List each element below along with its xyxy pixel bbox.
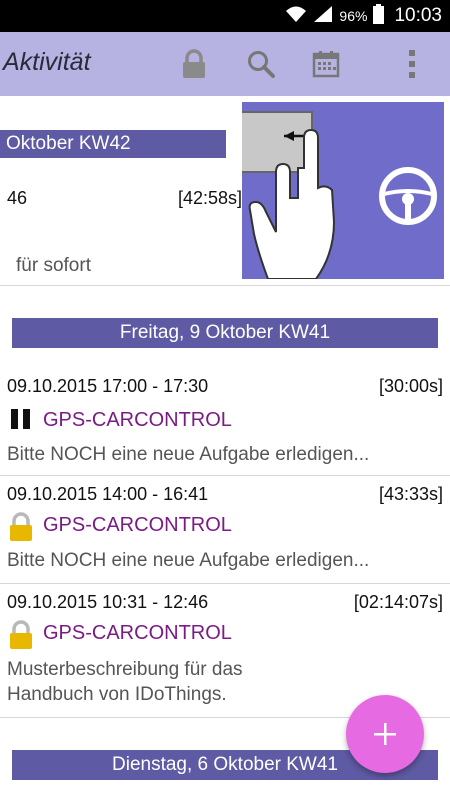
swipe-tutorial-overlay[interactable] [225, 102, 444, 280]
divider [0, 285, 450, 286]
entry-company: GPS-CARCONTROL [43, 409, 232, 431]
status-indicators: 96% 10:03 [285, 0, 442, 32]
section-header-partial: Oktober KW42 [0, 130, 226, 158]
list-item[interactable]: 09.10.2015 17:00 - 17:30 [30:00s] GPS-CA… [0, 365, 450, 475]
entry-duration: [30:00s] [378, 376, 443, 396]
steering-wheel-icon [379, 167, 437, 225]
clock: 10:03 [394, 5, 442, 26]
entry-duration: [43:33s] [378, 484, 443, 504]
lock-icon [8, 512, 34, 541]
signal-icon [313, 5, 333, 28]
entry-description: Bitte NOCH eine neue Aufgabe erledigen..… [7, 444, 370, 465]
add-button[interactable] [346, 695, 424, 773]
lock-icon [8, 620, 34, 649]
partial-header-label: Oktober KW42 [6, 133, 131, 154]
status-bar: 96% 10:03 [0, 0, 450, 32]
search-icon[interactable] [243, 46, 279, 82]
entry-description: Bitte NOCH eine neue Aufgabe erledigen..… [7, 550, 370, 571]
entry-duration: [42:58s] [177, 188, 242, 208]
list-item[interactable]: 09.10.2015 14:00 - 16:41 [43:33s] GPS-CA… [0, 476, 450, 583]
lock-icon[interactable] [176, 46, 212, 82]
page-title: Aktivität [3, 48, 91, 76]
entry-company: GPS-CARCONTROL [43, 514, 232, 536]
battery-icon [373, 3, 385, 29]
entry-time: 09.10.2015 14:00 - 16:41 [7, 484, 209, 504]
app-bar: Aktivität [0, 32, 450, 96]
wifi-icon [285, 5, 307, 28]
calendar-icon[interactable] [308, 46, 344, 82]
plus-icon [374, 723, 396, 745]
entry-time: 09.10.2015 17:00 - 17:30 [7, 376, 209, 396]
battery-percent: 96% [339, 8, 368, 24]
pause-icon [8, 406, 34, 434]
entry-description-line: Musterbeschreibung für das [7, 659, 243, 680]
entry-description: für sofort [16, 255, 91, 276]
entry-time: 46 [7, 188, 28, 208]
section-header: Freitag, 9 Oktober KW41 [12, 318, 438, 348]
entry-company: GPS-CARCONTROL [43, 622, 232, 644]
entry-duration: [02:14:07s] [353, 592, 443, 612]
entry-time: 09.10.2015 10:31 - 12:46 [7, 592, 209, 612]
overflow-menu-icon[interactable] [394, 46, 430, 82]
